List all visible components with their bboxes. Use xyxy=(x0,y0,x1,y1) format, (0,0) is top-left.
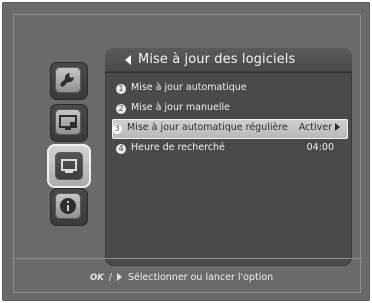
back-arrow-icon[interactable] xyxy=(125,55,131,65)
panel-title: Mise à jour des logiciels xyxy=(138,52,296,67)
osd-screen: Mise à jour des logiciels 1 Mise à jour … xyxy=(2,2,370,301)
footer-hint-text: Sélectionner ou lancer l'option xyxy=(128,272,274,283)
header-divider xyxy=(105,72,352,73)
item-label: Mise à jour automatique xyxy=(131,82,247,93)
item-number-badge: 2 xyxy=(116,104,126,114)
screen-icon xyxy=(55,152,83,180)
item-label: Mise à jour automatique régulière xyxy=(127,122,288,133)
item-number-badge: 1 xyxy=(116,84,126,94)
footer-hint: OK / Sélectionner ou lancer l'option xyxy=(90,272,273,283)
menu-item-auto-update[interactable]: 1 Mise à jour automatique xyxy=(116,79,342,99)
category-info[interactable] xyxy=(50,188,88,226)
ok-key-icon: OK xyxy=(90,273,104,283)
menu-list: 1 Mise à jour automatique 2 Mise à jour … xyxy=(112,79,348,159)
menu-item-manual-update[interactable]: 2 Mise à jour manuelle xyxy=(116,99,342,119)
right-key-icon xyxy=(117,273,123,281)
item-value[interactable]: Activer xyxy=(299,122,340,133)
menu-item-search-time[interactable]: 4 Heure de recherché 04:00 xyxy=(116,139,342,159)
category-settings[interactable] xyxy=(50,62,88,100)
right-arrow-icon xyxy=(335,123,340,131)
menu-item-regular-auto-update[interactable]: 3 Mise à jour automatique régulière Acti… xyxy=(112,119,348,139)
wrench-icon xyxy=(55,67,81,93)
software-update-panel: Mise à jour des logiciels 1 Mise à jour … xyxy=(105,48,352,266)
item-label: Mise à jour manuelle xyxy=(131,102,230,113)
item-number-badge: 3 xyxy=(112,124,122,134)
item-value: 04:00 xyxy=(306,142,334,153)
tv-monitor-icon xyxy=(55,109,81,135)
category-software[interactable] xyxy=(47,144,91,188)
footer-divider xyxy=(12,258,362,259)
item-label: Heure de recherché xyxy=(131,142,225,153)
category-display[interactable] xyxy=(50,104,88,142)
panel-header: Mise à jour des logiciels xyxy=(105,48,352,72)
item-number-badge: 4 xyxy=(116,144,126,154)
info-icon xyxy=(55,193,81,219)
footer-slash: / xyxy=(108,272,113,283)
item-value-text: Activer xyxy=(298,122,332,133)
